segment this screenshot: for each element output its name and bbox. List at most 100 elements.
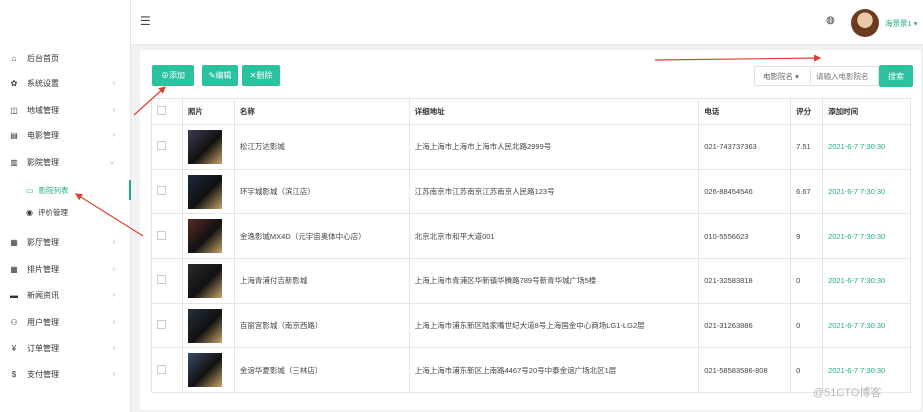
top-bar: ☰ ◍ 海景景1 ▾ (131, 0, 923, 45)
name-cell: 金逸影城MX4D（元宇宙奥体中心店） (233, 213, 410, 260)
search-button[interactable]: 搜索 (879, 65, 913, 87)
map-icon: ◫ (10, 105, 18, 115)
row-checkbox-cell (151, 302, 183, 349)
select-all-checkbox[interactable] (157, 106, 166, 115)
row-checkbox-cell (151, 258, 183, 304)
chevron-icon: › (112, 79, 115, 87)
table-row[interactable]: 百丽宫影城（南京西路） 上海上海市浦东新区陆家嘴世纪大道8号上海国金中心商场LG1… (151, 302, 911, 349)
column-header-score: 评分 (790, 98, 824, 125)
phone-cell: 021-31263886 (698, 302, 792, 349)
yen-icon: ¥ (11, 343, 17, 353)
sidebar-item-10[interactable]: $ 支付管理 › (0, 361, 131, 387)
home-icon: ⌂ (11, 53, 17, 63)
sidebar-item-1[interactable]: ✿ 系统设置 › (0, 70, 131, 96)
column-header-time: 添加时间 (822, 98, 911, 125)
sidebar-item-label: 后台首页 (27, 53, 59, 63)
chevron-icon: › (112, 106, 115, 114)
table-header-row: 照片 名称 详细地址 电话 评分 添加时间 (151, 98, 911, 125)
table-row[interactable]: 金逸影城MX4D（元宇宙奥体中心店） 北京北京市和平大道001 010-555662… (151, 213, 911, 260)
table-row[interactable]: 上海青浦付吉新影城 上海上海市青浦区华新镇华腾路789号新青华城广场5楼 021-3… (151, 258, 911, 304)
avatar[interactable] (851, 9, 879, 37)
watermark: @51CTO博客 (813, 387, 882, 399)
sidebar: ⌂ 后台首页 ✿ 系统设置 › ◫ 地域管理 › ▤ 电影管理 › ▥ 影院管理 ⌄ ▦ 影厅管理 › ▦ 排片管理… (0, 0, 131, 412)
row-checkbox[interactable] (157, 275, 166, 285)
table-row[interactable]: 松江万达影城 上海上海市上海市上海市人民北路2999号 021-743737363 7… (151, 124, 911, 170)
palette-icon[interactable]: ◍ (826, 15, 835, 26)
score-cell: 0 (790, 258, 824, 304)
sidebar-item-label: 用户管理 (27, 317, 59, 327)
username-menu[interactable]: 海景景1 ▾ (885, 18, 918, 29)
row-checkbox[interactable] (157, 186, 166, 196)
delete-button[interactable]: ✕删除 (242, 65, 280, 86)
sidebar-item-6[interactable]: ▦ 排片管理 › (0, 256, 131, 282)
sidebar-item-8[interactable]: ⚇ 用户管理 › (0, 309, 131, 335)
select-all-header[interactable] (151, 98, 183, 125)
score-cell: 0 (790, 302, 824, 349)
time-cell: 2021-6-7 7:30:30 (822, 302, 911, 349)
sidebar-item-label: 排片管理 (27, 264, 59, 274)
sidebar-item-7[interactable]: ▬ 新闻资讯 › (0, 282, 131, 308)
gear-icon: ✿ (10, 78, 18, 88)
cinema-photo (187, 353, 222, 388)
sidebar-subitem-label: 评价管理 (37, 207, 68, 217)
row-checkbox[interactable] (157, 364, 166, 374)
schedule-icon: ▦ (10, 264, 18, 274)
sidebar-item-label: 电影管理 (27, 130, 59, 140)
chevron-icon: ⌄ (109, 159, 115, 166)
chevron-icon: › (112, 318, 115, 326)
address-cell: 北京北京市和平大道001 (408, 213, 700, 260)
chevron-icon: › (112, 344, 115, 352)
dollar-icon: $ (11, 369, 17, 379)
row-checkbox-cell (151, 347, 183, 394)
users-icon: ⚇ (10, 317, 18, 327)
time-cell: 2021-6-7 7:30:30 (822, 213, 911, 260)
search-field-select[interactable]: 电影院名 ▾ (754, 66, 811, 86)
cinema-photo (187, 263, 222, 298)
chevron-icon: › (112, 370, 115, 378)
hall-icon: ▦ (10, 237, 18, 247)
sidebar-item-0[interactable]: ⌂ 后台首页 (0, 45, 131, 71)
sidebar-item-label: 影厅管理 (27, 237, 59, 247)
sidebar-item-2[interactable]: ◫ 地域管理 › (0, 97, 131, 123)
column-header-name: 名称 (233, 98, 410, 125)
photo-cell (181, 213, 235, 260)
name-cell: 金谊华夏影城（三林店） (233, 347, 410, 394)
chevron-icon: › (112, 265, 115, 273)
table-row[interactable]: 环宇城影城（滨江店） 江苏南京市江苏南京江苏南京人民路123号 026-884545… (151, 168, 911, 215)
sidebar-item-9[interactable]: ¥ 订单管理 › (0, 335, 131, 361)
name-cell: 百丽宫影城（南京西路） (233, 302, 410, 349)
score-cell: 7.51 (790, 124, 824, 170)
edit-button[interactable]: ✎编辑 (202, 65, 238, 86)
chevron-icon: › (112, 238, 115, 246)
phone-cell: 021-58583586-808 (698, 347, 792, 394)
sidebar-item-label: 地域管理 (27, 105, 59, 115)
add-button[interactable]: ⊕添加 (152, 65, 194, 86)
film-icon: ▤ (10, 130, 18, 140)
sidebar-subitem-0[interactable]: ▭ 影院列表 (0, 180, 131, 200)
cinema-photo (187, 219, 222, 254)
sidebar-subitem-1[interactable]: ◉ 评价管理 (0, 202, 131, 222)
sidebar-item-5[interactable]: ▦ 影厅管理 › (0, 229, 131, 255)
row-checkbox[interactable] (157, 320, 166, 330)
name-cell: 上海青浦付吉新影城 (233, 258, 410, 304)
name-cell: 环宇城影城（滨江店） (233, 168, 410, 215)
photo-cell (181, 258, 235, 304)
row-checkbox-cell (151, 124, 183, 170)
search-input[interactable] (811, 66, 879, 86)
photo-cell (181, 302, 235, 349)
sidebar-item-label: 新闻资讯 (27, 290, 59, 300)
phone-cell: 021-743737363 (698, 124, 792, 170)
table-row[interactable]: 金谊华夏影城（三林店） 上海上海市浦东新区上南路4467号20号中泰金谊广场北区1… (151, 347, 911, 394)
row-checkbox[interactable] (157, 141, 166, 151)
sidebar-item-3[interactable]: ▤ 电影管理 › (0, 122, 131, 148)
row-checkbox[interactable] (157, 230, 166, 240)
chevron-icon: › (112, 291, 115, 299)
phone-cell: 021-32583818 (698, 258, 792, 304)
menu-toggle-icon[interactable]: ☰ (140, 14, 152, 28)
phone-cell: 026-88454546 (698, 168, 792, 215)
sidebar-item-4[interactable]: ▥ 影院管理 ⌄ (0, 149, 131, 175)
score-cell: 6.67 (790, 168, 824, 215)
address-cell: 上海上海市青浦区华新镇华腾路789号新青华城广场5楼 (408, 258, 700, 304)
cinema-icon: ▥ (10, 157, 18, 167)
column-header-photo: 照片 (181, 98, 235, 125)
